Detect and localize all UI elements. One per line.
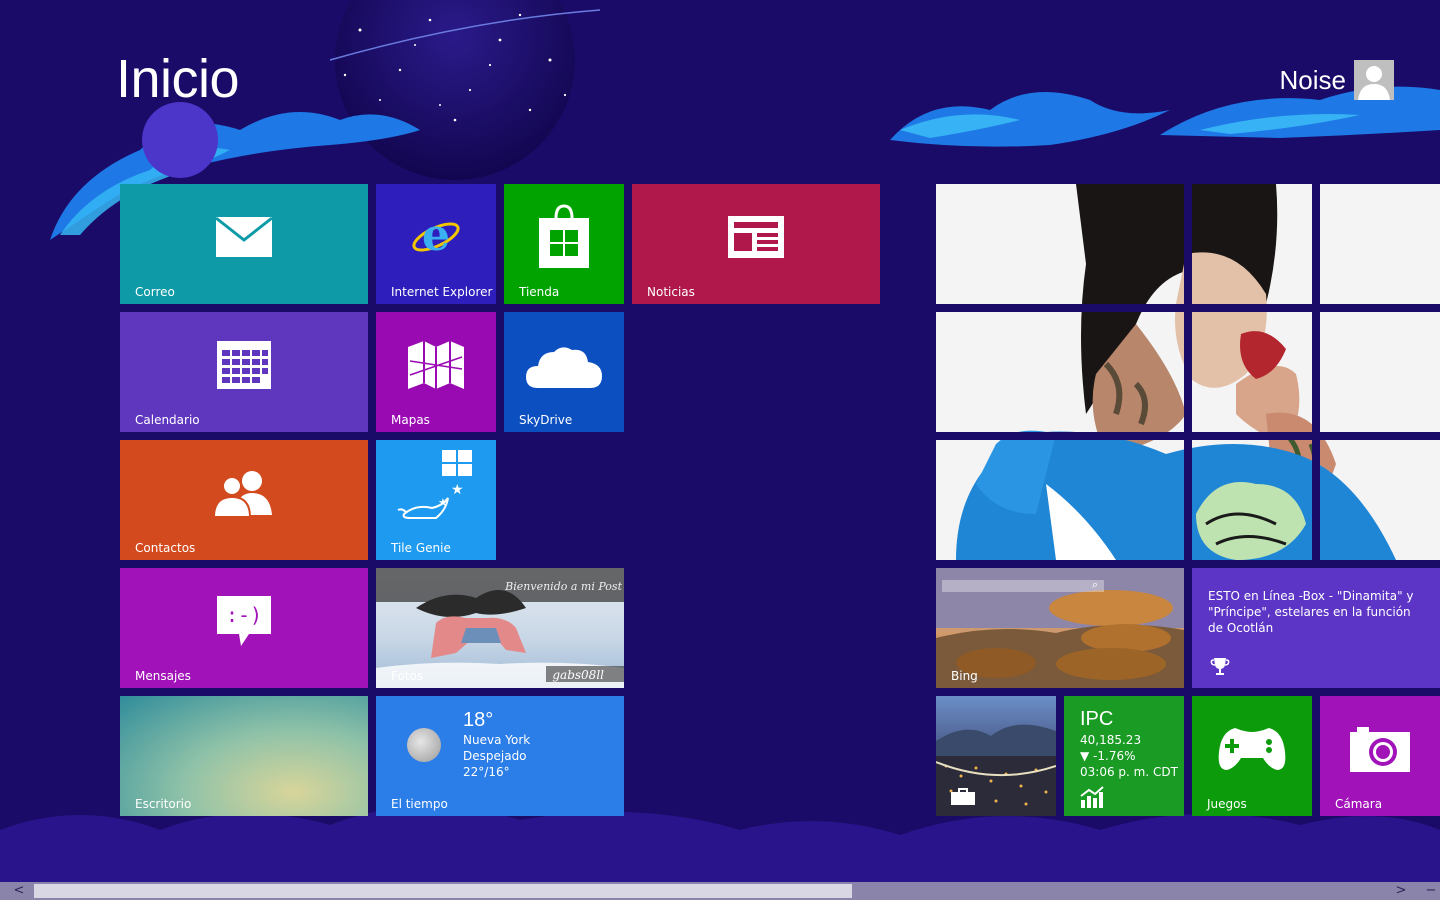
store-icon bbox=[536, 204, 592, 274]
gamepad-icon bbox=[1217, 724, 1287, 778]
cloud-icon bbox=[524, 340, 604, 394]
tile-label: SkyDrive bbox=[519, 413, 573, 427]
tile-skydrive[interactable]: SkyDrive bbox=[504, 312, 624, 432]
tile-calendario[interactable]: Calendario bbox=[120, 312, 368, 432]
tile-contactos[interactable]: Contactos bbox=[120, 440, 368, 560]
people-icon bbox=[212, 469, 276, 521]
tile-news-headline[interactable]: ESTO en Línea -Box - "Dinamita" y "Prínc… bbox=[1192, 568, 1440, 688]
lamp-icon: ★ ★ bbox=[396, 448, 476, 532]
calendar-icon bbox=[216, 340, 272, 394]
tile-noticias[interactable]: Noticias bbox=[632, 184, 880, 304]
zoom-out-button[interactable]: − bbox=[1422, 882, 1440, 900]
horizontal-scrollbar[interactable]: < > − bbox=[0, 882, 1440, 900]
mail-icon bbox=[215, 216, 273, 262]
tile-label: Tienda bbox=[519, 285, 560, 299]
tile-label: El tiempo bbox=[391, 797, 448, 811]
person-photo bbox=[936, 184, 1440, 560]
tile-label: Internet Explorer bbox=[391, 285, 493, 299]
chart-icon bbox=[1080, 786, 1104, 812]
message-icon: :-) bbox=[215, 594, 273, 652]
photo-watermark: gabs08ll bbox=[552, 668, 604, 682]
weather-range: 22°/16° bbox=[463, 765, 510, 779]
tile-mapas[interactable]: Mapas bbox=[376, 312, 496, 432]
tile-el-tiempo[interactable]: 18° Nueva York Despejado 22°/16° El tiem… bbox=[376, 696, 624, 816]
map-icon bbox=[406, 339, 466, 395]
tile-label: Cámara bbox=[1335, 797, 1383, 811]
photo-overlay-text: Bienvenido a mi Post bbox=[505, 580, 622, 593]
scroll-left-button[interactable]: < bbox=[10, 882, 28, 900]
trophy-icon bbox=[1210, 656, 1230, 680]
ipc-title: IPC bbox=[1080, 708, 1114, 730]
tile-camara[interactable]: Cámara bbox=[1320, 696, 1440, 816]
news-headline: ESTO en Línea -Box - "Dinamita" y "Prínc… bbox=[1208, 589, 1414, 635]
tile-label: Calendario bbox=[135, 413, 200, 427]
internet-explorer-icon: e bbox=[411, 210, 461, 266]
ipc-time: 03:06 p. m. CDT bbox=[1080, 765, 1178, 779]
tile-travel[interactable] bbox=[936, 696, 1056, 816]
svg-text:★: ★ bbox=[451, 482, 464, 498]
moon-icon bbox=[407, 728, 441, 762]
news-icon bbox=[726, 214, 786, 264]
ipc-value: 40,185.23 bbox=[1080, 733, 1142, 747]
tile-correo[interactable]: Correo bbox=[120, 184, 368, 304]
ipc-change: ▼ -1.76% bbox=[1080, 749, 1136, 763]
tile-juegos[interactable]: Juegos bbox=[1192, 696, 1312, 816]
tile-mensajes[interactable]: :-) Mensajes bbox=[120, 568, 368, 688]
user-avatar-icon bbox=[1354, 60, 1394, 100]
scroll-thumb[interactable] bbox=[34, 884, 852, 898]
tile-fotos[interactable]: Bienvenido a mi Post gabs08ll Fotos bbox=[376, 568, 624, 688]
svg-text:e: e bbox=[422, 212, 450, 261]
page-title: Inicio bbox=[116, 49, 240, 109]
tile-label: Mapas bbox=[391, 413, 430, 427]
tile-internet-explorer[interactable]: e Internet Explorer bbox=[376, 184, 496, 304]
tile-label: Juegos bbox=[1207, 797, 1247, 811]
tile-bing[interactable]: ⌕ Bing bbox=[936, 568, 1184, 688]
weather-temperature: 18° bbox=[463, 709, 494, 731]
tile-tienda[interactable]: Tienda bbox=[504, 184, 624, 304]
camera-icon bbox=[1349, 726, 1411, 776]
people-photo-tile[interactable] bbox=[936, 184, 1440, 560]
tile-label: Correo bbox=[135, 285, 175, 299]
user-name: Noise bbox=[1279, 64, 1346, 95]
tile-label: Tile Genie bbox=[391, 541, 451, 555]
tile-tile-genie[interactable]: ★ ★ Tile Genie bbox=[376, 440, 496, 560]
svg-text::-): :-) bbox=[226, 603, 262, 627]
scroll-right-button[interactable]: > bbox=[1392, 882, 1410, 900]
tile-label: Bing bbox=[951, 669, 978, 683]
user-account[interactable]: Noise bbox=[1280, 60, 1394, 100]
tile-label: Contactos bbox=[135, 541, 196, 555]
tile-label: Noticias bbox=[647, 285, 695, 299]
tile-label: Mensajes bbox=[135, 669, 191, 683]
tile-label: Fotos bbox=[391, 669, 424, 683]
search-icon: ⌕ bbox=[1092, 578, 1099, 591]
weather-city: Nueva York bbox=[463, 733, 531, 747]
tile-escritorio[interactable]: Escritorio bbox=[120, 696, 368, 816]
suitcase-icon bbox=[950, 788, 976, 810]
tile-ipc[interactable]: IPC 40,185.23 ▼ -1.76% 03:06 p. m. CDT bbox=[1064, 696, 1184, 816]
tile-label: Escritorio bbox=[135, 797, 192, 811]
weather-condition: Despejado bbox=[463, 749, 527, 763]
